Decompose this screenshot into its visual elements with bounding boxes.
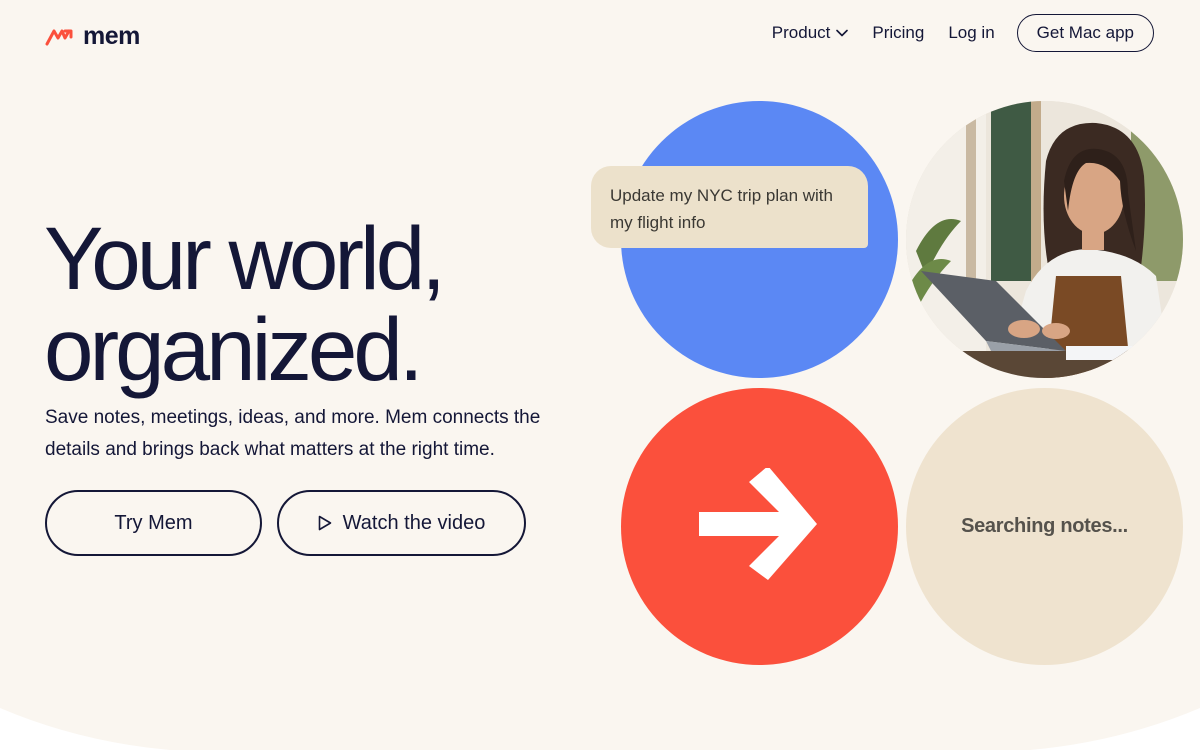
nav-product[interactable]: Product — [772, 23, 849, 43]
nav-pricing[interactable]: Pricing — [872, 23, 924, 43]
watch-video-button[interactable]: Watch the video — [277, 490, 526, 556]
chat-bubble: Update my NYC trip plan with my flight i… — [591, 166, 868, 248]
bottom-section-curve — [0, 708, 1200, 750]
play-icon — [318, 515, 331, 531]
try-mem-button[interactable]: Try Mem — [45, 490, 262, 556]
hero-title-line2: organized. — [44, 299, 424, 399]
arrow-right-icon — [699, 468, 817, 580]
watch-video-label: Watch the video — [342, 511, 486, 534]
hero-title: Your world, organized. — [44, 213, 564, 395]
chevron-down-icon — [836, 29, 849, 37]
main-nav: Product Pricing Log in Get Mac app — [772, 14, 1154, 52]
site-header: mem Product Pricing Log in Get Mac app — [0, 0, 1200, 70]
hero-subtitle: Save notes, meetings, ideas, and more. M… — [45, 407, 541, 460]
status-text: Searching notes... — [961, 515, 1128, 537]
brand-name: mem — [83, 22, 140, 50]
get-mac-app-button[interactable]: Get Mac app — [1016, 14, 1154, 52]
nav-login[interactable]: Log in — [948, 23, 994, 43]
nav-product-label: Product — [771, 23, 831, 42]
beige-circle: Searching notes... — [906, 388, 1183, 665]
hero-title-line1: Your world, — [44, 208, 446, 308]
photo-illustration — [906, 101, 1183, 378]
person-laptop-photo — [906, 101, 1183, 378]
mem-logo-icon — [45, 29, 73, 45]
brand-logo[interactable]: mem — [45, 22, 140, 51]
